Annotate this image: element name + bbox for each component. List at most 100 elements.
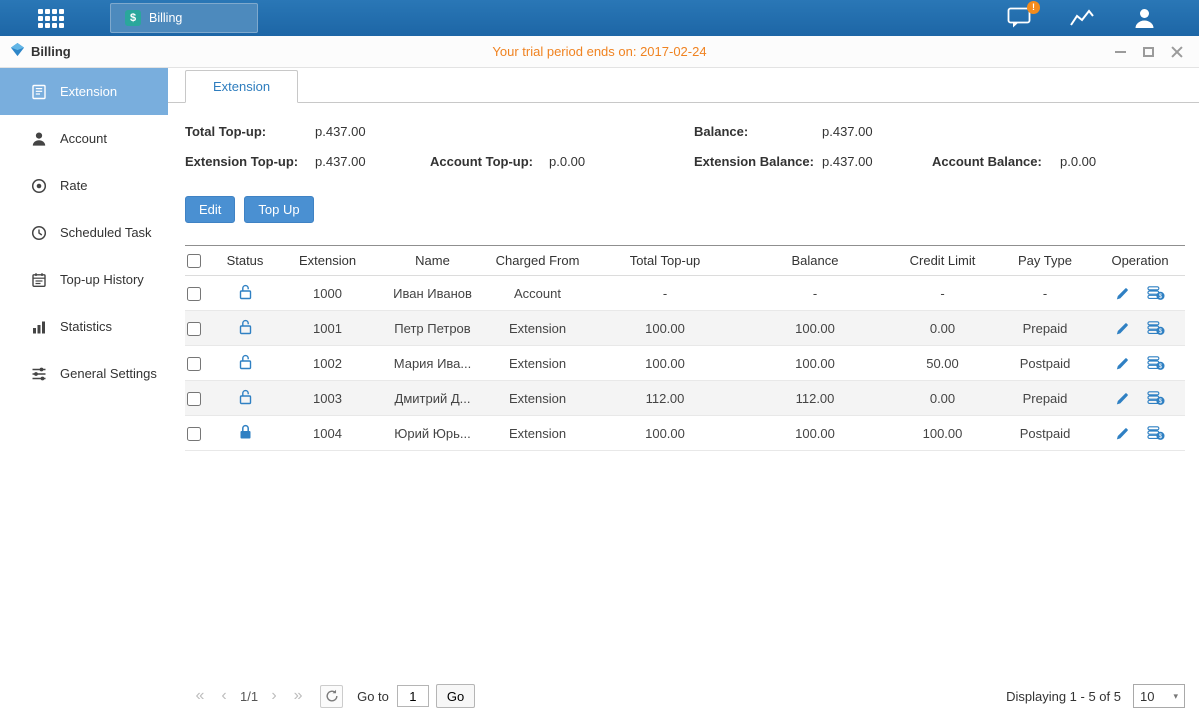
table-header-row: Status Extension Name Charged From Total… (185, 246, 1185, 276)
edit-icon[interactable] (1115, 321, 1130, 336)
total-topup-cell: - (590, 276, 740, 311)
sidebar-item-label: General Settings (60, 366, 157, 381)
topup-icon[interactable]: $ (1147, 320, 1165, 336)
svg-text:$: $ (1159, 433, 1163, 440)
last-page-icon[interactable]: » (286, 685, 310, 707)
extension-cell: 1000 (275, 276, 380, 311)
balance-label: Balance: (694, 117, 822, 147)
name-cell: Петр Петров (380, 311, 485, 346)
lock-status-icon[interactable] (238, 284, 253, 300)
select-all-checkbox[interactable] (187, 254, 201, 268)
edit-icon[interactable] (1115, 356, 1130, 371)
refresh-icon[interactable] (320, 685, 343, 708)
col-header-status: Status (215, 246, 275, 276)
topup-icon[interactable]: $ (1147, 390, 1165, 406)
row-checkbox[interactable] (187, 392, 201, 406)
edit-icon[interactable] (1115, 286, 1130, 301)
charged-from-cell: Extension (485, 311, 590, 346)
credit-limit-cell: 100.00 (890, 416, 995, 451)
extension-topup-value: p.437.00 (315, 147, 430, 177)
pay-type-cell: Postpaid (995, 346, 1095, 381)
line-chart-icon[interactable] (1068, 7, 1096, 29)
sidebar-item-scheduled-task[interactable]: Scheduled Task (0, 209, 168, 256)
close-button[interactable] (1171, 46, 1183, 58)
prev-page-icon[interactable]: ‹ (212, 685, 236, 707)
topup-icon[interactable]: $ (1147, 285, 1165, 301)
extension-topup-label: Extension Top-up: (185, 147, 315, 177)
account-topup-value: p.0.00 (549, 147, 694, 177)
row-checkbox[interactable] (187, 322, 201, 336)
row-checkbox[interactable] (187, 287, 201, 301)
tab-extension[interactable]: Extension (185, 70, 298, 103)
total-topup-cell: 112.00 (590, 381, 740, 416)
balance-cell: 100.00 (740, 416, 890, 451)
table-row: 1004 Юрий Юрь... Extension 100.00 100.00… (185, 416, 1185, 451)
sidebar: Extension Account Rate Scheduled Task (0, 68, 168, 720)
pay-type-cell: - (995, 276, 1095, 311)
apps-grid-icon[interactable] (38, 9, 64, 28)
topup-icon[interactable]: $ (1147, 425, 1165, 441)
charged-from-cell: Extension (485, 416, 590, 451)
page-size-select[interactable]: 10 ▾ (1133, 684, 1185, 708)
goto-label: Go to (357, 689, 389, 704)
sidebar-item-statistics[interactable]: Statistics (0, 303, 168, 350)
row-checkbox[interactable] (187, 357, 201, 371)
col-header-operation: Operation (1095, 246, 1185, 276)
pay-type-cell: Prepaid (995, 311, 1095, 346)
minimize-button[interactable] (1115, 51, 1126, 53)
extensions-table: Status Extension Name Charged From Total… (185, 245, 1185, 451)
sidebar-item-account[interactable]: Account (0, 115, 168, 162)
user-icon[interactable] (1132, 7, 1157, 29)
notifications-icon[interactable]: ! (1006, 7, 1032, 29)
window-titlebar: Billing Your trial period ends on: 2017-… (0, 36, 1199, 68)
goto-page-input[interactable] (397, 685, 429, 707)
extension-cell: 1003 (275, 381, 380, 416)
first-page-icon[interactable]: « (188, 685, 212, 707)
extension-cell: 1001 (275, 311, 380, 346)
top-up-button[interactable]: Top Up (244, 196, 313, 223)
table-row: 1001 Петр Петров Extension 100.00 100.00… (185, 311, 1185, 346)
billing-app-tab[interactable]: $ Billing (110, 3, 258, 33)
lock-status-icon[interactable] (238, 354, 253, 370)
main-panel: Extension Total Top-up: p.437.00 Balance… (168, 68, 1199, 720)
next-page-icon[interactable]: › (262, 685, 286, 707)
edit-icon[interactable] (1115, 391, 1130, 406)
sidebar-item-rate[interactable]: Rate (0, 162, 168, 209)
sidebar-item-topup-history[interactable]: Top-up History (0, 256, 168, 303)
calendar-icon (30, 272, 47, 288)
lock-status-icon[interactable] (238, 389, 253, 405)
trial-notice: Your trial period ends on: 2017-02-24 (0, 44, 1199, 59)
lock-status-icon[interactable] (238, 319, 253, 335)
topup-icon[interactable]: $ (1147, 355, 1165, 371)
sidebar-item-label: Account (60, 131, 107, 146)
svg-text:$: $ (1159, 293, 1163, 300)
total-topup-value: p.437.00 (315, 117, 430, 147)
table-row: 1000 Иван Иванов Account - - - - $ (185, 276, 1185, 311)
account-topup-label: Account Top-up: (430, 147, 549, 177)
extension-card-icon (30, 84, 47, 100)
edit-button[interactable]: Edit (185, 196, 235, 223)
table-row: 1003 Дмитрий Д... Extension 112.00 112.0… (185, 381, 1185, 416)
svg-text:$: $ (1159, 363, 1163, 370)
balance-value: p.437.00 (822, 117, 932, 147)
total-topup-cell: 100.00 (590, 311, 740, 346)
lock-status-icon[interactable] (238, 424, 253, 440)
name-cell: Юрий Юрь... (380, 416, 485, 451)
sidebar-item-extension[interactable]: Extension (0, 68, 168, 115)
go-button[interactable]: Go (436, 684, 475, 708)
table-row: 1002 Мария Ива... Extension 100.00 100.0… (185, 346, 1185, 381)
account-balance-value: p.0.00 (1060, 147, 1185, 177)
maximize-button[interactable] (1143, 47, 1154, 57)
col-header-credit-limit: Credit Limit (890, 246, 995, 276)
col-header-name: Name (380, 246, 485, 276)
action-buttons: Edit Top Up (185, 196, 1185, 223)
sidebar-item-label: Statistics (60, 319, 112, 334)
col-header-pay-type: Pay Type (995, 246, 1095, 276)
row-checkbox[interactable] (187, 427, 201, 441)
edit-icon[interactable] (1115, 426, 1130, 441)
col-header-extension: Extension (275, 246, 380, 276)
svg-text:$: $ (1159, 328, 1163, 335)
sidebar-item-general-settings[interactable]: General Settings (0, 350, 168, 397)
pay-type-cell: Postpaid (995, 416, 1095, 451)
name-cell: Мария Ива... (380, 346, 485, 381)
